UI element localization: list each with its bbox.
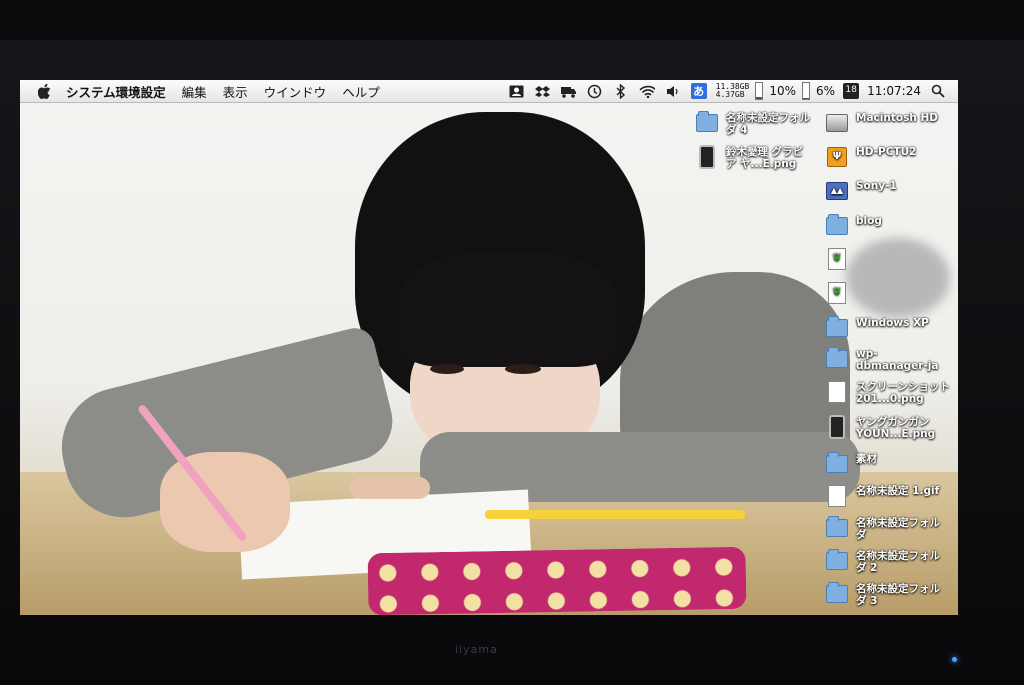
wallpaper-eye-left [430,364,464,374]
desktop-item-label: 鈴木愛理 グラビ ア ヤ...E.png [726,146,804,170]
wallpaper-hand [160,452,290,552]
menu-edit[interactable]: 編集 [182,82,207,101]
battery-meter[interactable] [802,82,811,100]
desktop-item-sony-1[interactable]: ▲▲ Sony-1 [826,180,897,202]
desktop-item-hd-pctu2[interactable]: Ψ HD-PCTU2 [826,146,916,168]
desktop-item-label: Sony-1 [856,180,897,192]
truck-icon[interactable] [560,83,577,99]
desktop-item-label: Macintosh HD [856,112,938,124]
folder-icon [696,111,718,134]
desktop-item-untitled-folder-4[interactable]: 名称未設定フォル ダ 4 [696,111,810,136]
phone-file-icon [826,415,848,439]
blurred-region [846,238,950,318]
memory-monitor[interactable]: 11.38GB 4.37GB [716,83,750,99]
desktop-item-label: ヤングガンガン YOUN...E.png [856,416,936,440]
leaf-file-icon: ❦ [826,248,848,270]
cpu-meter[interactable] [755,82,764,100]
desktop-item-untitled-folder[interactable]: 名称未設定フォル ダ [826,516,940,541]
usb-drive-icon: Ψ [826,146,848,168]
search-icon[interactable] [930,83,946,99]
leaf-file-icon: ❦ [826,282,848,304]
screen: システム環境設定 編集 表示 ウインドウ ヘルプ あ 11.38GB 4.37G… [20,80,958,615]
calendar-icon[interactable]: 18 [843,83,860,99]
desktop-item-macintosh-hd[interactable]: Macintosh HD [826,112,938,134]
folder-icon [826,582,848,605]
folder-icon [826,452,848,475]
menu-bar: システム環境設定 編集 表示 ウインドウ ヘルプ あ 11.38GB 4.37G… [20,80,958,103]
image-file-icon [826,485,848,507]
desktop-item-wp-dbmanager-ja[interactable]: wp- dbmanager-ja [826,347,939,372]
desktop-item-leaf-file-1[interactable]: ❦ [826,248,856,270]
desktop-item-blog[interactable]: blog [826,214,882,237]
folder-icon [826,316,848,339]
menu-view[interactable]: 表示 [223,82,248,101]
wifi-icon[interactable] [639,83,655,99]
bluetooth-icon[interactable] [613,83,629,99]
contact-icon[interactable] [509,83,525,99]
folder-icon [826,516,848,539]
desktop-item-leaf-file-2[interactable]: ❦ [826,282,856,304]
network-drive-icon: ▲▲ [826,180,848,202]
menubar-clock[interactable]: 11:07:24 [867,84,921,98]
hard-drive-icon [826,112,848,134]
memory-free: 4.37GB [715,90,745,99]
phone-file-icon [696,145,718,169]
folder-icon [826,549,848,572]
desktop-item-screenshot-png[interactable]: スクリーンショット 201...0.png [826,381,950,405]
cpu-meter-fill [756,97,763,99]
monitor-brand-logo: iiyama [455,643,498,656]
desktop-item-sozai[interactable]: 素材 [826,452,877,475]
wallpaper-eye-right [505,364,541,374]
status-menus: あ 11.38GB 4.37GB 10% 6% 18 11:07:24 [504,80,958,102]
power-led [952,657,957,662]
menu-window[interactable]: ウインドウ [264,82,327,101]
wallpaper-pencil-case [367,546,747,615]
time-machine-icon[interactable] [587,83,603,99]
menu-help[interactable]: ヘルプ [342,82,380,101]
desktop-item-label: blog [856,215,882,227]
wallpaper-bangs [398,252,618,367]
battery-meter-fill [803,98,810,99]
desktop-wallpaper [20,102,958,615]
battery-percent[interactable]: 6% [816,84,835,98]
input-method-icon[interactable]: あ [690,83,707,99]
app-menu-system-preferences[interactable]: システム環境設定 [66,82,166,101]
desktop-item-label: HD-PCTU2 [856,146,917,158]
desktop-item-untitled-gif[interactable]: 名称未設定 1.gif [826,485,939,507]
desktop-item-suzuki-png[interactable]: 鈴木愛理 グラビ ア ヤ...E.png [696,145,804,170]
desktop-item-label: 名称未設定 1.gif [856,485,940,497]
folder-icon [826,214,848,237]
cpu-percent[interactable]: 10% [769,84,796,98]
volume-icon[interactable] [665,83,681,99]
desktop-item-label: 名称未設定フォル ダ 4 [726,112,810,136]
desktop-item-label: 素材 [856,453,877,465]
folder-icon [826,347,848,370]
desktop-item-label: 名称未設定フォル ダ 2 [856,550,940,574]
desktop-item-young-gangan-png[interactable]: ヤングガンガン YOUN...E.png [826,415,936,440]
desktop-item-label: Windows XP [856,317,929,329]
desktop-item-untitled-folder-3[interactable]: 名称未設定フォル ダ 3 [826,582,940,607]
image-file-icon [826,381,848,403]
wallpaper-yellow-pen [485,510,745,519]
desktop-item-label: 名称未設定フォル ダ 3 [856,583,940,607]
desktop-item-untitled-folder-2[interactable]: 名称未設定フォル ダ 2 [826,549,940,574]
dropbox-icon[interactable] [535,83,551,99]
desktop-item-label: wp- dbmanager-ja [856,348,939,372]
wallpaper-hand-right [350,477,430,499]
desktop-item-label: 名称未設定フォル ダ [856,517,940,541]
apple-menu-icon[interactable] [36,83,52,99]
desktop-item-label: スクリーンショット 201...0.png [856,381,950,405]
desktop-item-windows-xp[interactable]: Windows XP [826,316,929,339]
